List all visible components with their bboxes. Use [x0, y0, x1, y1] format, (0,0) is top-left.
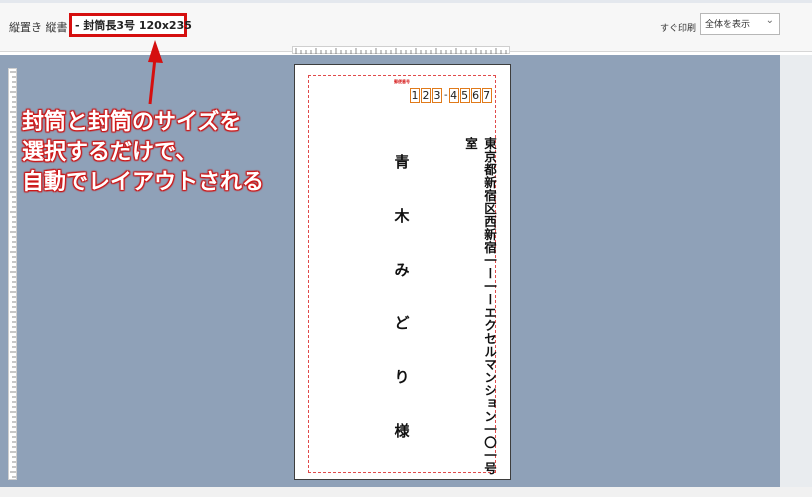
postal-code: 123-4567	[410, 86, 493, 105]
recipient-address: 東京都新宿区西新宿一ー一ーエクセルマンション一〇一号室	[463, 137, 497, 475]
envelope-size-title: - 封筒長3号 120x235	[69, 13, 192, 37]
postal-code-digit: 3	[432, 88, 442, 103]
recipient-name-char: 青	[394, 153, 410, 171]
left-ruler	[8, 68, 17, 480]
envelope-preview[interactable]: 郵便番号 123-4567 東京都新宿区西新宿一ー一ーエクセルマンション一〇一号…	[294, 64, 511, 480]
callout-line: 自動でレイアウトされる	[22, 170, 265, 195]
postal-code-digit: 5	[459, 88, 470, 103]
recipient-name-char: 様	[394, 421, 410, 440]
postal-code-hyphen: -	[444, 90, 448, 101]
instruction-callout: 封筒と封筒のサイズを 選択するだけで、 自動でレイアウトされる	[22, 108, 264, 198]
bottom-strip	[0, 487, 812, 497]
recipient-name-char: り	[394, 368, 410, 387]
postal-code-digit: 7	[481, 88, 492, 103]
view-zoom-value: 全体を表示	[705, 20, 751, 30]
recipient-name-char: 木	[394, 206, 410, 225]
recipient-name: 青木みどり様	[392, 151, 412, 441]
postal-code-digit: 6	[470, 88, 481, 103]
recipient-name-char: み	[394, 260, 410, 279]
recipient-name-char: ど	[394, 314, 410, 333]
vertical-scrollbar[interactable]	[780, 55, 812, 487]
postal-code-digit: 4	[448, 88, 459, 103]
view-zoom-select[interactable]: 全体を表示 ⌄	[700, 13, 780, 35]
top-ruler	[292, 46, 510, 54]
postal-code-digit: 2	[421, 88, 431, 103]
quick-print-button[interactable]: すぐ印刷	[660, 21, 696, 34]
chevron-down-icon: ⌄	[765, 15, 774, 26]
callout-line: 封筒と封筒のサイズを	[22, 110, 242, 135]
toolbar: 縦置き 縦書き - 封筒長3号 120x235 すぐ印刷 全体を表示 ⌄	[0, 3, 812, 52]
postal-code-label: 郵便番号	[394, 79, 410, 84]
postal-code-digit: 1	[410, 88, 420, 103]
callout-line: 選択するだけで、	[22, 140, 198, 165]
